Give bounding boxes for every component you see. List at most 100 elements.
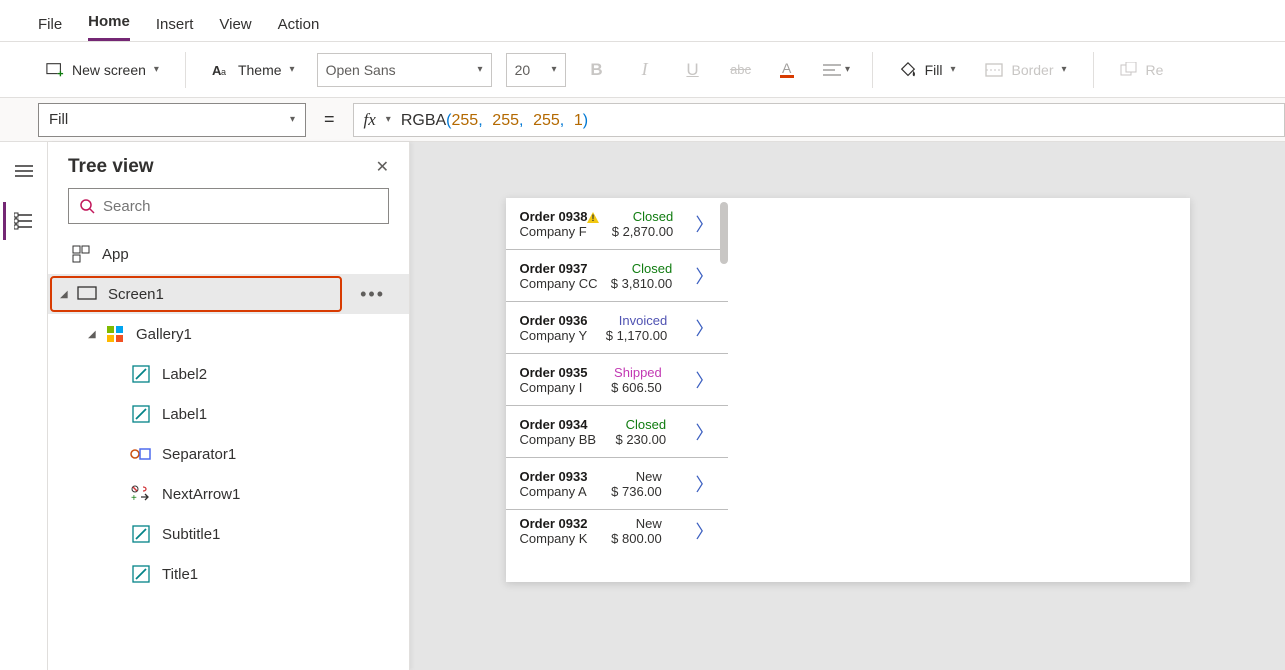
gallery-item[interactable]: Order 0936Company YInvoiced$ 1,170.00〉 [506,302,728,354]
next-arrow-icon[interactable]: 〉 [691,518,717,544]
gallery-item[interactable]: Order 0933Company ANew$ 736.00〉 [506,458,728,510]
font-size-value: 20 [515,62,531,78]
tree-view-rail-button[interactable] [3,202,41,240]
fill-label: Fill [925,62,943,78]
next-arrow-icon[interactable]: 〉 [691,211,717,237]
app-icon [70,243,92,265]
gallery-item[interactable]: Order 0932Company KNew$ 800.00〉 [506,510,728,552]
font-color-button[interactable]: A [772,53,806,87]
tree-node-label: Title1 [162,566,198,583]
chevron-down-icon: ▾ [386,114,391,125]
tree-node-gallery1[interactable]: ◢ Gallery1 [48,314,409,354]
menu-file[interactable]: File [38,16,62,41]
tree-node-screen1[interactable]: ◢ Screen1 ••• [48,274,409,314]
tree-search-input[interactable] [103,198,378,215]
warning-icon [587,212,599,223]
screen-icon [76,283,98,305]
tree-node-label2[interactable]: Label2 [48,354,409,394]
order-amount: $ 800.00 [611,531,662,546]
fx-icon: fx [364,110,376,130]
border-label: Border [1011,62,1053,78]
menubar: File Home Insert View Action [0,0,1285,42]
caret-down-icon[interactable]: ◢ [60,289,70,300]
svg-text:a: a [221,67,226,77]
svg-text:A: A [782,60,792,76]
next-arrow-icon[interactable]: 〉 [691,367,717,393]
tree-node-app[interactable]: App [48,234,409,274]
ribbon-separator [872,52,873,88]
next-arrow-icon[interactable]: 〉 [691,471,717,497]
company-name: Company I [520,380,588,395]
chevron-down-icon: ▾ [1062,64,1067,75]
next-arrow-icon[interactable]: 〉 [691,315,717,341]
order-amount: $ 606.50 [611,380,662,395]
order-number: Order 0937 [520,261,598,276]
order-number: Order 0933 [520,469,588,484]
strikethrough-button[interactable]: abc [724,53,758,87]
theme-button[interactable]: Aa Theme ▾ [204,53,303,87]
label-icon [130,403,152,425]
order-amount: $ 230.00 [615,432,666,447]
bold-button[interactable]: B [580,53,614,87]
order-number: Order 0932 [520,516,588,531]
chevron-down-icon: ▾ [478,64,483,75]
menu-insert[interactable]: Insert [156,16,194,41]
tree-node-label1[interactable]: Label1 [48,394,409,434]
order-number: Order 0938 [520,209,600,224]
new-screen-button[interactable]: New screen ▾ [38,53,167,87]
order-number: Order 0936 [520,313,588,328]
gallery-item[interactable]: Order 0934Company BBClosed$ 230.00〉 [506,406,728,458]
company-name: Company K [520,531,588,546]
next-arrow-icon[interactable]: 〉 [691,419,717,445]
underline-button[interactable]: U [676,53,710,87]
new-screen-icon [46,61,64,79]
gallery-item[interactable]: Order 0935Company IShipped$ 606.50〉 [506,354,728,406]
gallery-item[interactable]: Order 0938Company FClosed$ 2,870.00〉 [506,198,728,250]
tree-node-separator1[interactable]: Separator1 [48,434,409,474]
order-status: Shipped [614,365,662,380]
align-button[interactable]: ▾ [820,53,854,87]
canvas[interactable]: Order 0938Company FClosed$ 2,870.00〉Orde… [410,142,1285,670]
chevron-down-icon: ▾ [290,114,295,125]
chevron-down-icon: ▾ [552,64,557,75]
tree-node-label: Label2 [162,366,207,383]
label-icon [130,363,152,385]
formula-bar: Fill ▾ = fx ▾ RGBA(255, 255, 255, 1) [0,98,1285,142]
close-panel-button[interactable]: ✕ [376,157,389,177]
theme-label: Theme [238,62,282,78]
italic-button[interactable]: I [628,53,662,87]
reorder-button[interactable]: Re [1112,53,1172,87]
tree-node-label: Subtitle1 [162,526,220,543]
tree-node-nextarrow1[interactable]: + NextArrow1 [48,474,409,514]
menu-view[interactable]: View [219,16,251,41]
next-arrow-icon[interactable]: 〉 [691,263,717,289]
ribbon-separator [185,52,186,88]
hamburger-button[interactable] [5,152,43,190]
tree-node-label: Label1 [162,406,207,423]
property-selector-value: Fill [49,111,68,128]
reorder-label: Re [1146,62,1164,78]
tree-search-box[interactable] [68,188,389,224]
chevron-down-icon: ▾ [290,64,295,75]
gallery-item[interactable]: Order 0937Company CCClosed$ 3,810.00〉 [506,250,728,302]
company-name: Company Y [520,328,588,343]
scrollbar-thumb[interactable] [720,202,728,264]
font-size-select[interactable]: 20 ▾ [506,53,566,87]
tree-node-label: Screen1 [108,286,164,303]
label-icon [130,523,152,545]
chevron-down-icon: ▾ [845,64,850,75]
tree-node-subtitle1[interactable]: Subtitle1 [48,514,409,554]
formula-editor[interactable]: fx ▾ RGBA(255, 255, 255, 1) [353,103,1285,137]
font-name-select[interactable]: Open Sans ▾ [317,53,492,87]
label-icon [130,563,152,585]
company-name: Company A [520,484,588,499]
chevron-down-icon: ▾ [154,64,159,75]
menu-home[interactable]: Home [88,13,130,41]
tree-node-title1[interactable]: Title1 [48,554,409,594]
fill-button[interactable]: Fill ▾ [891,53,964,87]
menu-action[interactable]: Action [278,16,320,41]
node-actions-button[interactable]: ••• [336,284,409,305]
property-selector[interactable]: Fill ▾ [38,103,306,137]
border-button[interactable]: Border ▾ [977,53,1074,87]
caret-down-icon[interactable]: ◢ [88,329,98,340]
